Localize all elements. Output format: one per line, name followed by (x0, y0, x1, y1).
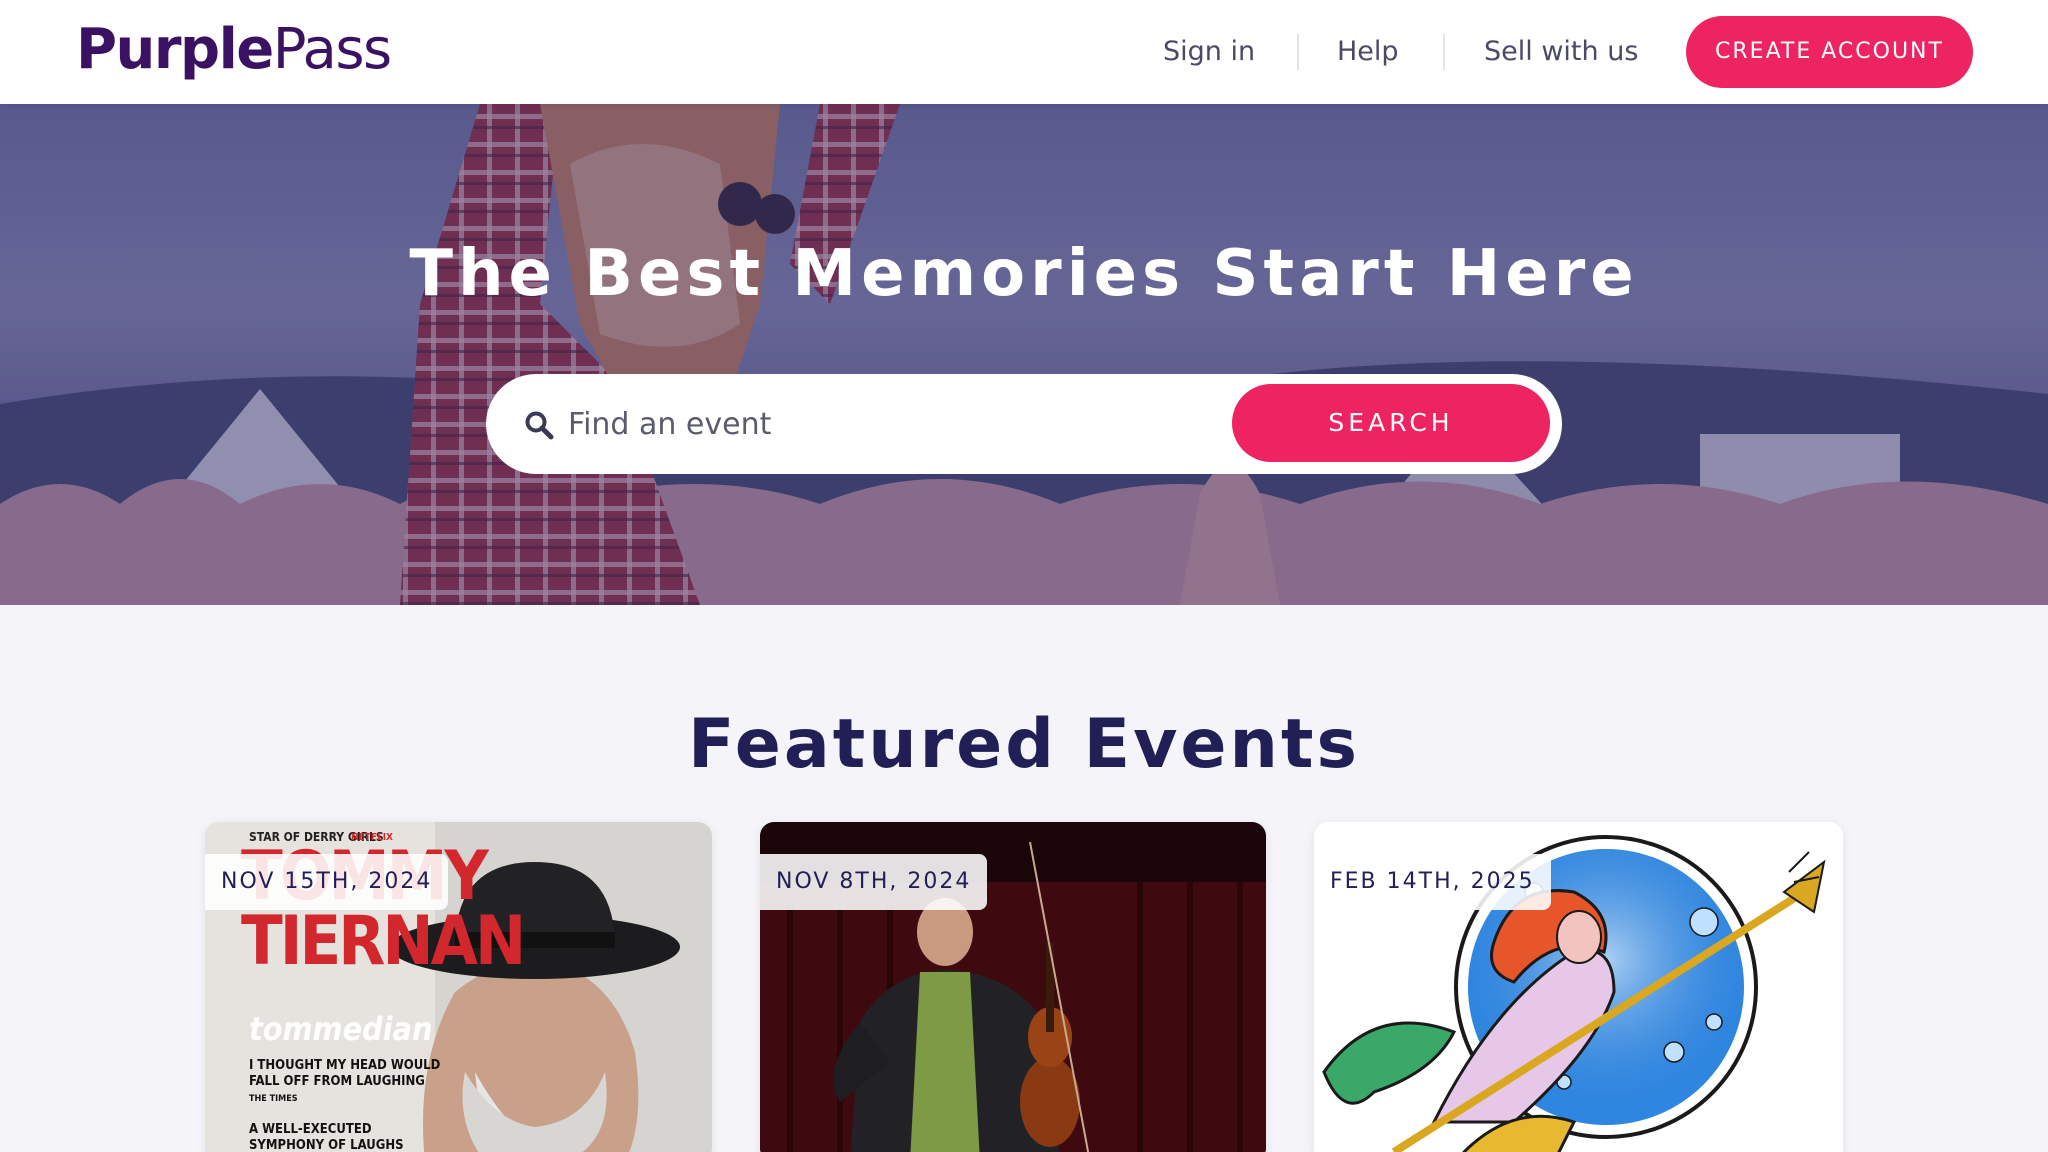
poster-last-name: TIERNAN (241, 902, 526, 981)
poster-quote-source: THE TIMES (249, 1094, 298, 1104)
event-date-badge: FEB 14TH, 2025 (1314, 854, 1551, 910)
event-date-badge: NOV 8TH, 2024 (760, 854, 988, 910)
nav-divider (1297, 34, 1299, 70)
poster-quote-line2: FALL OFF FROM LAUGHING (249, 1074, 425, 1089)
event-search-bar: SEARCH (486, 374, 1562, 474)
create-account-button[interactable]: CREATE ACCOUNT (1686, 16, 1973, 88)
logo-part-pass: Pass (272, 17, 392, 82)
logo-part-purple: Purple (76, 17, 274, 82)
search-icon (525, 411, 554, 440)
featured-events-heading: Featured Events (688, 705, 1360, 784)
help-link[interactable]: Help (1337, 34, 1399, 70)
poster-subtitle: tommedian (249, 1010, 433, 1048)
search-button[interactable]: SEARCH (1232, 384, 1550, 462)
purplepass-logo[interactable]: PurplePass (76, 17, 392, 82)
sign-in-link[interactable]: Sign in (1163, 34, 1255, 70)
hero-title: The Best Memories Start Here (409, 237, 1639, 311)
event-card[interactable]: FEB 14TH, 2025 (1314, 822, 1843, 1152)
event-date-badge: NOV 15TH, 2024 (205, 854, 449, 910)
event-search-input[interactable] (568, 396, 1188, 452)
sell-with-us-link[interactable]: Sell with us (1484, 34, 1638, 70)
nav-divider (1443, 34, 1445, 70)
poster-review-line2: SYMPHONY OF LAUGHS (249, 1138, 404, 1152)
event-card[interactable]: STAR OF DERRY GIRLS NETFLIX TOMMY TIERNA… (205, 822, 712, 1152)
site-header: PurplePass Sign in Help Sell with us CRE… (0, 0, 2048, 104)
poster-quote-line1: I THOUGHT MY HEAD WOULD (249, 1058, 441, 1073)
event-card[interactable]: NOV 8TH, 2024 (760, 822, 1266, 1152)
hero-banner: The Best Memories Start Here SEARCH (0, 104, 2048, 605)
poster-review-line1: A WELL-EXECUTED (249, 1122, 372, 1137)
hero-overlay (0, 104, 2048, 605)
